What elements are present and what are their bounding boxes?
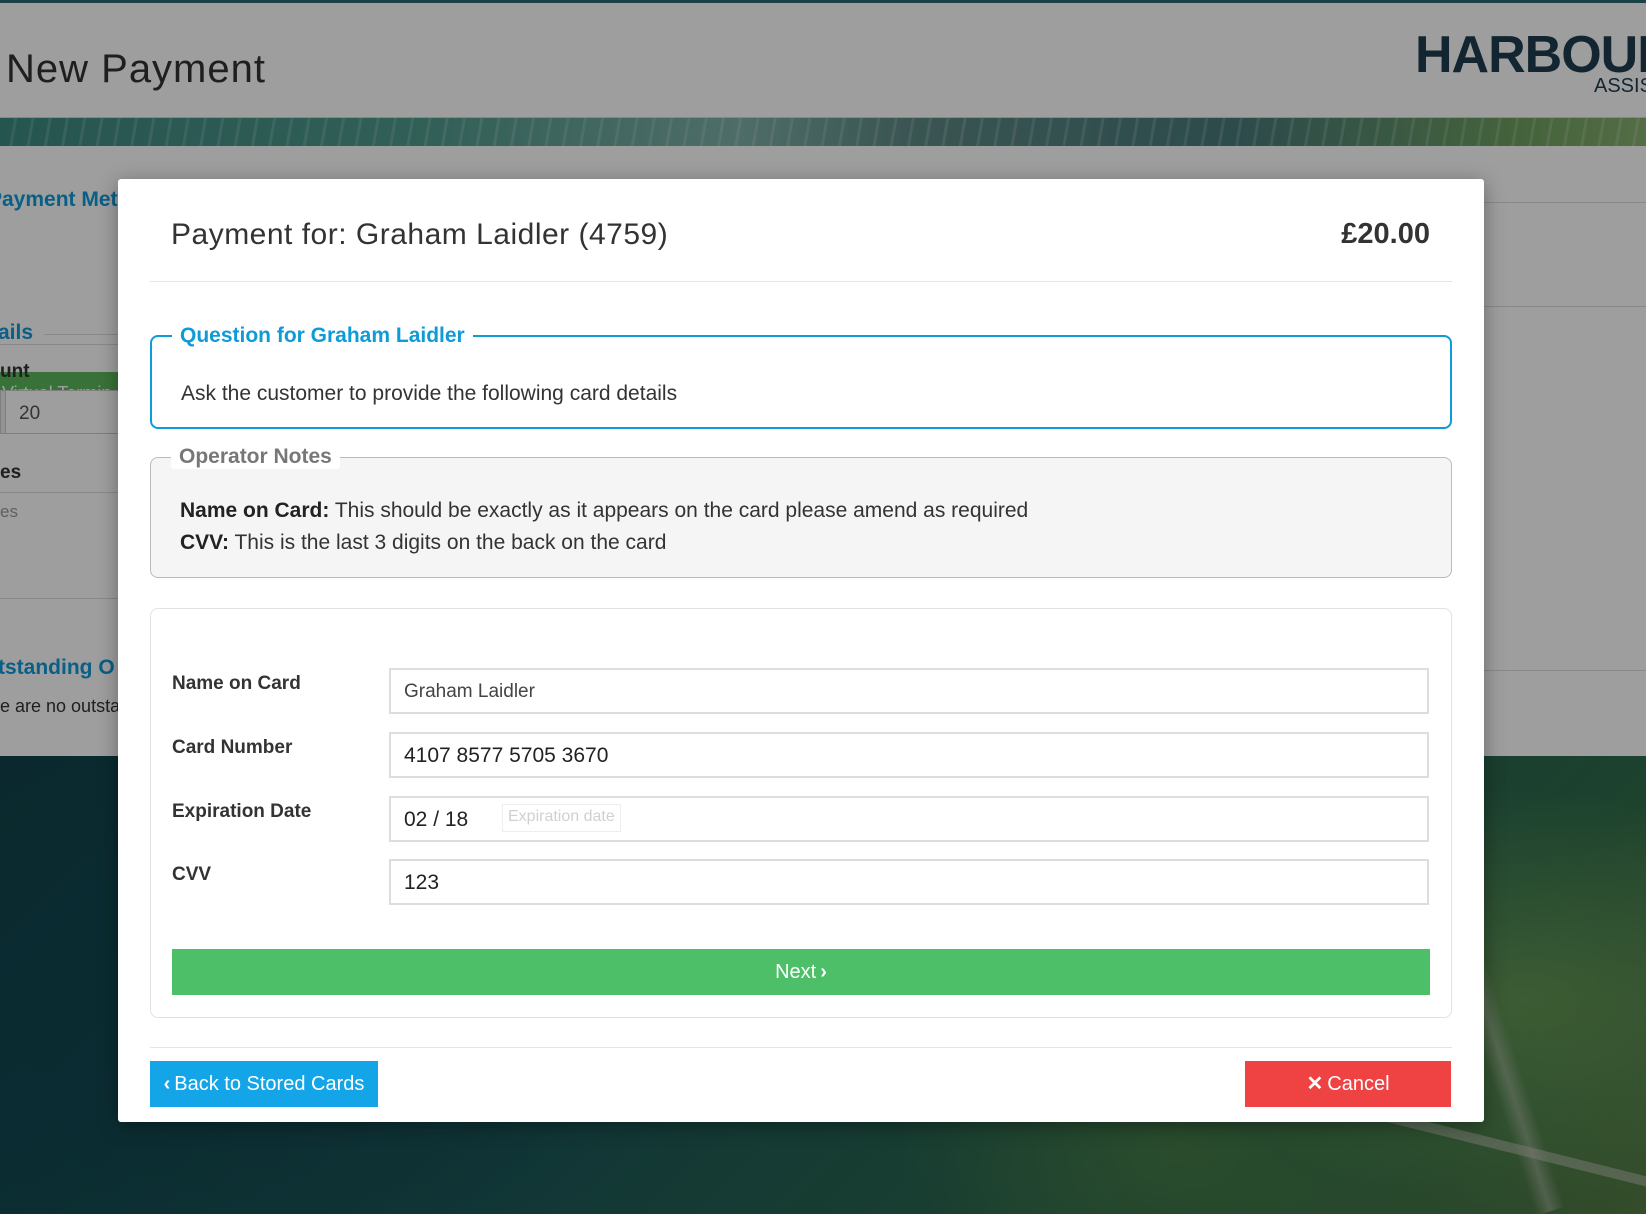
name-on-card-input[interactable]: Graham Laidler <box>389 668 1429 714</box>
cancel-button[interactable]: ✕ Cancel <box>1245 1061 1451 1107</box>
question-text: Ask the customer to provide the followin… <box>181 382 678 405</box>
cvv-input[interactable]: 123 <box>389 859 1429 905</box>
chevron-left-icon: ‹ <box>163 1073 171 1095</box>
cvv-label: CVV <box>172 864 212 885</box>
operator-notes-legend-text: Operator Notes <box>179 445 332 468</box>
modal-title: Payment for: Graham Laidler (4759) <box>171 218 669 251</box>
note-text: This is the last 3 digits on the back on… <box>229 531 667 554</box>
cancel-button-label: Cancel <box>1327 1073 1390 1095</box>
payment-amount: £20.00 <box>1341 218 1430 250</box>
note-label: CVV: <box>180 531 230 554</box>
note-line-name: Name on Card: This should be exactly as … <box>180 499 1028 523</box>
operator-notes-legend: Operator Notes <box>171 445 340 469</box>
question-legend: Question for Graham Laidler <box>180 324 465 347</box>
payment-modal: Payment for: Graham Laidler (4759) £20.0… <box>118 179 1484 1122</box>
close-icon: ✕ <box>1306 1073 1324 1095</box>
card-details-form: Name on Card Graham Laidler Card Number … <box>150 608 1452 1018</box>
note-line-cvv: CVV: This is the last 3 digits on the ba… <box>180 531 666 555</box>
back-to-stored-cards-button[interactable]: ‹ Back to Stored Cards <box>150 1061 378 1107</box>
modal-header: Payment for: Graham Laidler (4759) £20.0… <box>150 179 1452 282</box>
expiration-date-label: Expiration Date <box>172 801 312 822</box>
note-text: This should be exactly as it appears on … <box>329 499 1029 522</box>
back-button-label: Back to Stored Cards <box>174 1073 365 1095</box>
question-box: Question for Graham Laidler Ask the cust… <box>150 324 1452 429</box>
next-button[interactable]: Next › <box>172 949 1430 995</box>
operator-notes-box: Operator Notes Name on Card: This should… <box>150 445 1452 578</box>
chevron-right-icon: › <box>820 961 827 983</box>
modal-footer-divider <box>150 1047 1452 1048</box>
name-on-card-label: Name on Card <box>172 673 301 694</box>
next-button-label: Next <box>775 961 817 983</box>
card-number-label: Card Number <box>172 737 293 758</box>
expiration-date-value: 02 / 18 <box>404 808 469 831</box>
expiration-date-tooltip: Expiration date <box>502 804 621 832</box>
card-number-input[interactable]: 4107 8577 5705 3670 <box>389 732 1429 778</box>
note-label: Name on Card: <box>180 499 330 522</box>
expiration-date-input[interactable]: 02 / 18 Expiration date <box>389 796 1429 842</box>
